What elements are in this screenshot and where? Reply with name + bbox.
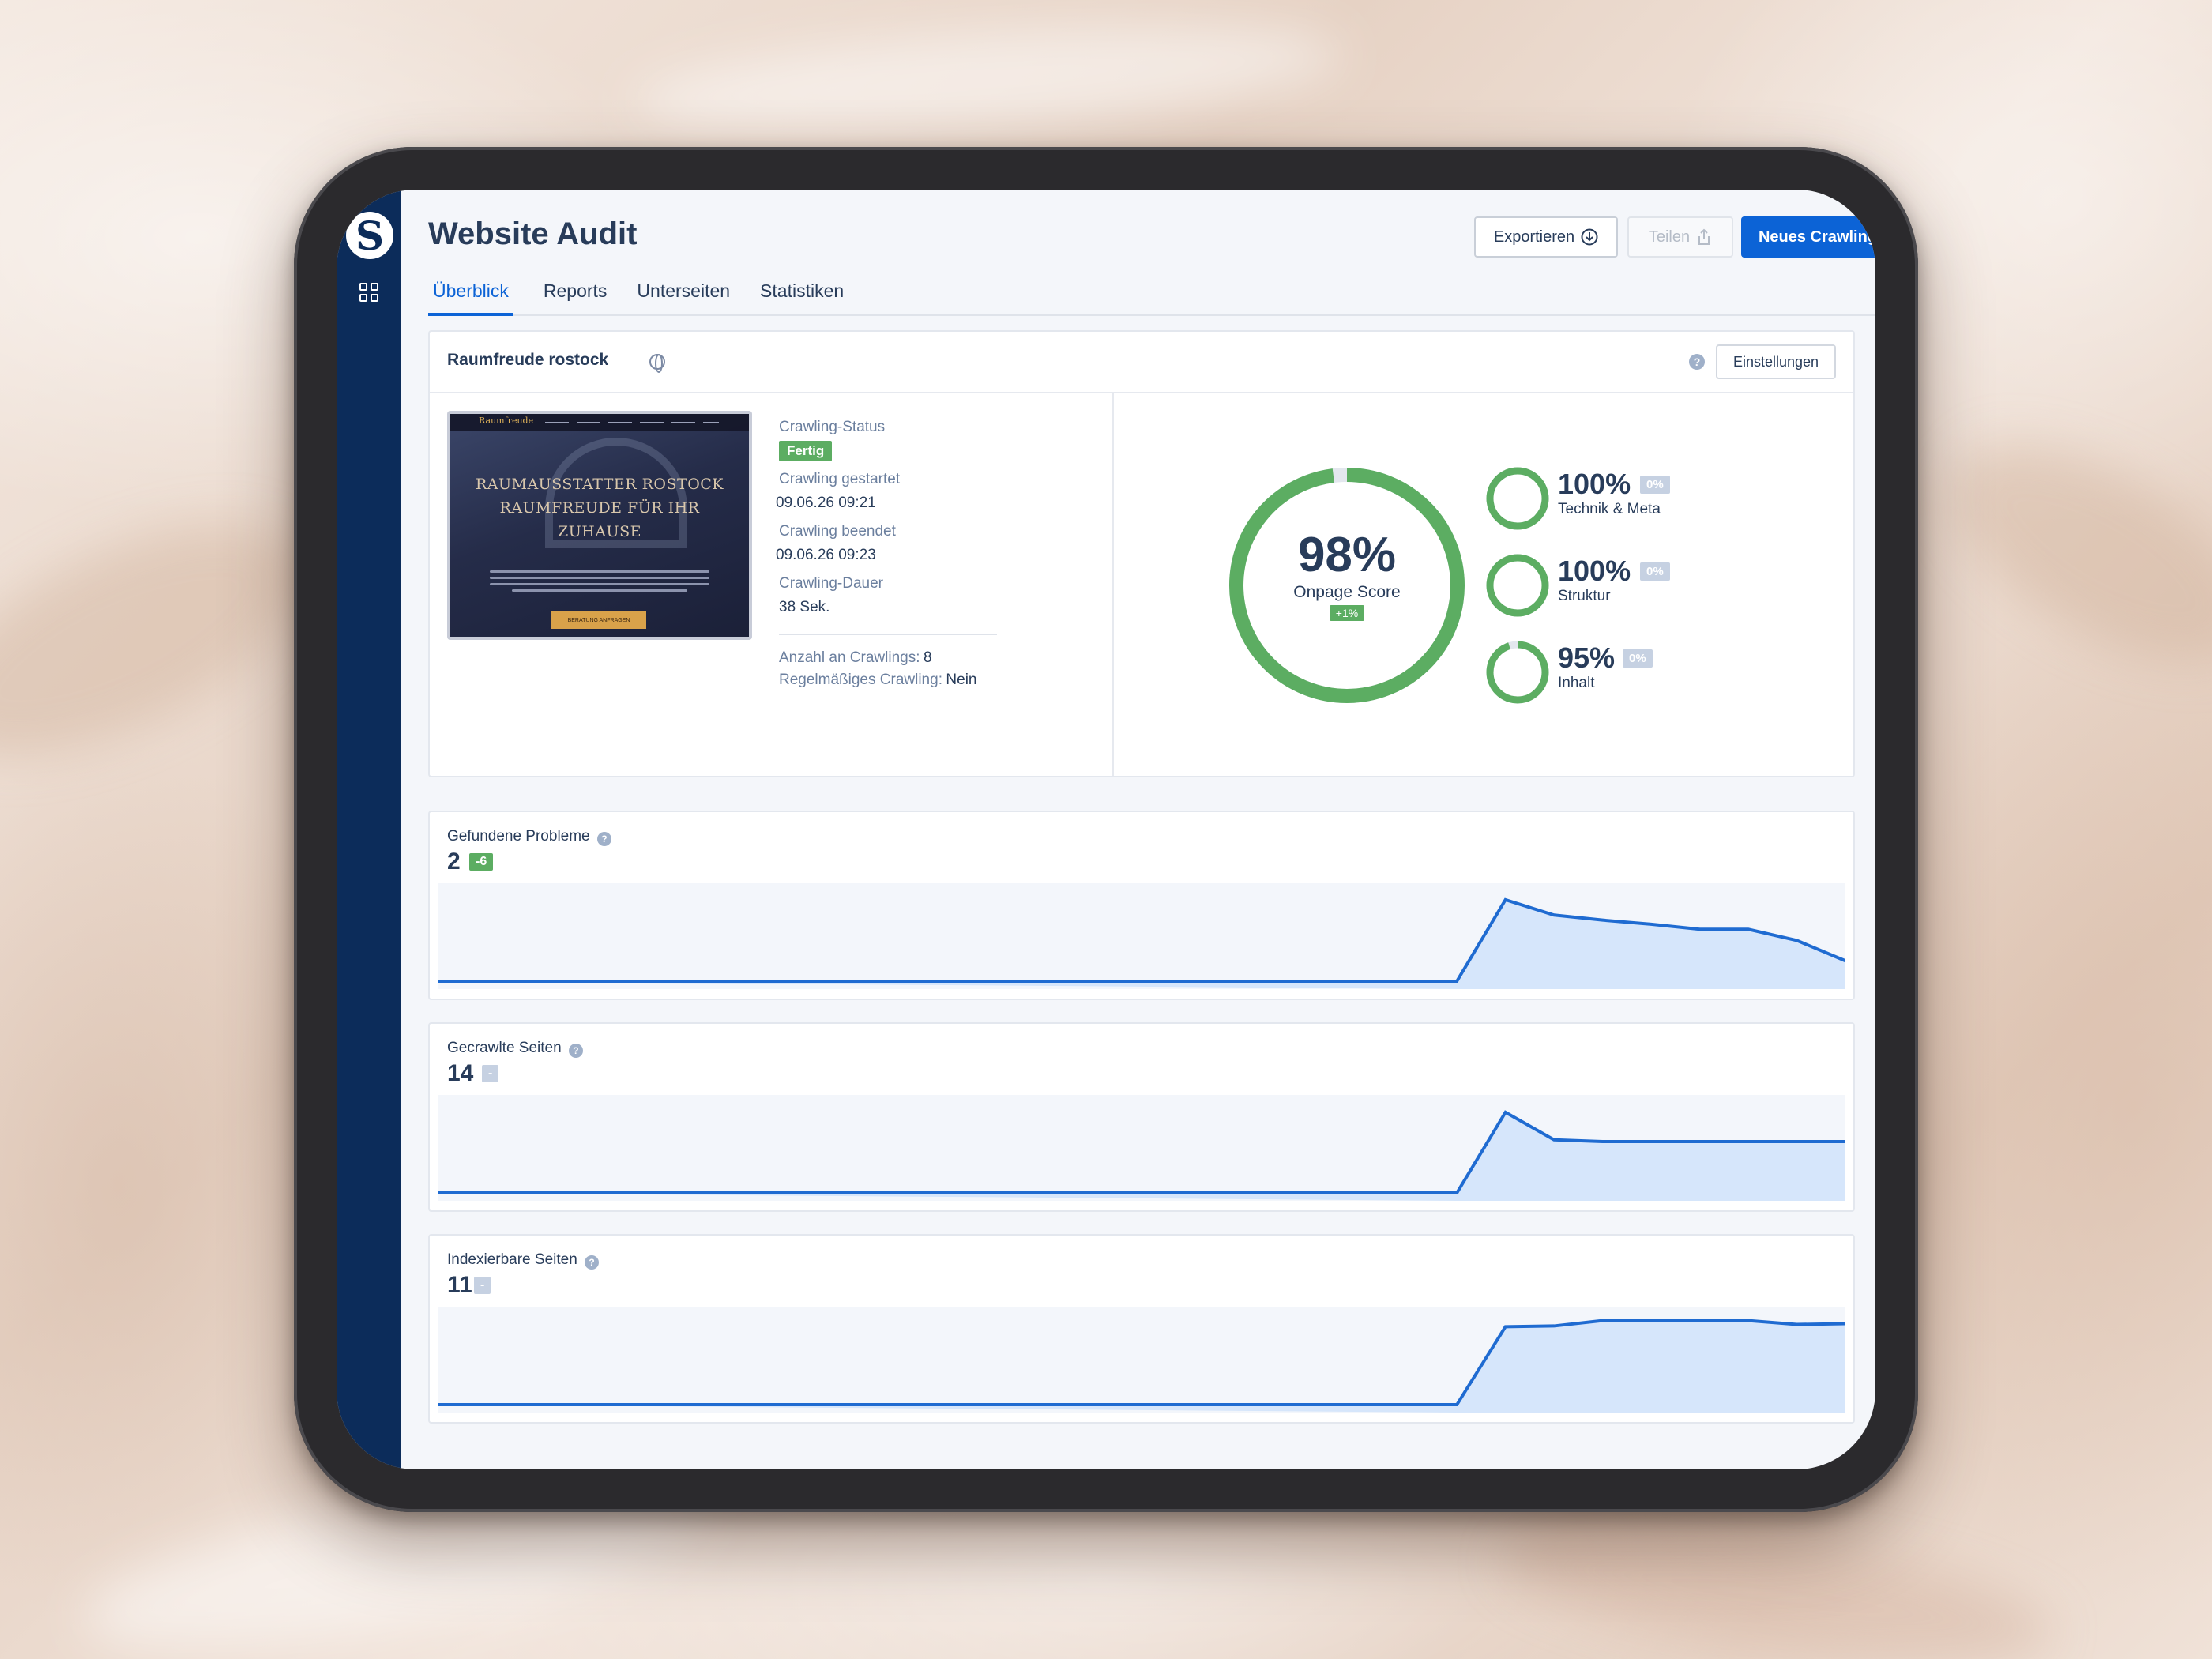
chart-value-crawled-pages: 14 xyxy=(447,1060,474,1086)
export-label: Exportieren xyxy=(1493,228,1575,246)
inhalt-delta: 0% xyxy=(1623,649,1653,668)
struktur-ring xyxy=(1486,554,1549,617)
tab-bar: Überblick Reports Unterseiten Statistike… xyxy=(428,273,1875,316)
app-screen: S Website Audit Exportieren Teilen Neues… xyxy=(337,190,1875,1469)
chart-value-indexable-pages: 11 xyxy=(447,1272,472,1298)
crawl-started-label: Crawling gestartet xyxy=(779,471,901,487)
thumbnail-hero-line1: RAUMAUSSTATTER ROSTOCK xyxy=(475,476,724,493)
chart-title-crawled-pages: Gecrawlte Seiten ? xyxy=(447,1040,583,1058)
crawl-status-label: Crawling-Status xyxy=(779,419,886,435)
struktur-label: Struktur xyxy=(1558,588,1611,604)
logo-letter: S xyxy=(355,212,385,259)
tab-subpages[interactable]: Unterseiten xyxy=(637,273,730,316)
chart-card-problems: Gefundene Probleme ? 2 -6 xyxy=(428,811,1855,1000)
tab-statistics[interactable]: Statistiken xyxy=(760,273,844,316)
chart-title-problems: Gefundene Probleme ? xyxy=(447,828,611,846)
inhalt-arc xyxy=(1486,641,1549,704)
thumbnail-hero-line2: RAUMFREUDE FÜR IHR xyxy=(499,499,700,517)
settings-button[interactable]: Einstellungen xyxy=(1716,344,1836,379)
download-icon xyxy=(1581,228,1598,246)
chart-card-indexable-pages: Indexierbare Seiten ? 11 - xyxy=(428,1234,1855,1424)
thumbnail-hero: RAUMAUSSTATTER ROSTOCK RAUMFREUDE FÜR IH… xyxy=(466,472,733,544)
onpage-score: 98% Onpage Score +1% xyxy=(1224,528,1469,621)
help-icon[interactable]: ? xyxy=(596,832,611,846)
crawl-count-value: 8 xyxy=(923,649,932,666)
technik-meta-label: Technik & Meta xyxy=(1558,501,1661,517)
crawl-ended-label: Crawling beendet xyxy=(779,523,896,540)
score-struktur: 100% 0% Struktur xyxy=(1485,553,1722,624)
area-chart-indexable-pages xyxy=(438,1307,1845,1413)
sidebar: S xyxy=(337,190,401,1469)
struktur-delta: 0% xyxy=(1640,562,1670,581)
regular-crawl-value: Nein xyxy=(946,672,977,688)
chart-value-problems: 2 xyxy=(447,848,461,875)
technik-meta-arc xyxy=(1486,467,1549,530)
dashboard-grid-icon[interactable] xyxy=(359,283,378,302)
thumbnail-cta: BERATUNG ANFRAGEN xyxy=(551,611,646,629)
website-thumbnail[interactable]: Raumfreude RAUMAUSSTATTER ROSTOCK RAUMFR… xyxy=(447,411,752,640)
app-logo[interactable]: S xyxy=(346,212,393,259)
chart-title-text: Indexierbare Seiten xyxy=(447,1251,577,1268)
chart-card-crawled-pages: Gecrawlte Seiten ? 14 - xyxy=(428,1022,1855,1212)
help-icon[interactable]: ? xyxy=(585,1255,600,1270)
thumbnail-text-lines xyxy=(490,570,709,596)
chart-delta-crawled-pages: - xyxy=(482,1065,499,1082)
help-icon[interactable]: ? xyxy=(568,1044,583,1058)
crawl-duration-label: Crawling-Dauer xyxy=(779,575,883,592)
overview-header: Raumfreude rostock ? Einstellungen xyxy=(430,332,1853,393)
globe-icon[interactable] xyxy=(649,354,665,373)
crawl-count-label: Anzahl an Crawlings: xyxy=(779,649,920,666)
overview-card: Raumfreude rostock ? Einstellungen Raumf… xyxy=(428,330,1855,777)
onpage-score-label: Onpage Score xyxy=(1293,583,1401,601)
crawl-status-badge: Fertig xyxy=(779,441,833,461)
crawl-ended-value: 09.06.26 09:23 xyxy=(776,547,876,563)
tab-reports[interactable]: Reports xyxy=(544,273,608,316)
thumbnail-nav: Raumfreude xyxy=(450,414,749,431)
onpage-score-delta: +1% xyxy=(1329,605,1365,621)
thumbnail-brand: Raumfreude xyxy=(479,416,534,426)
tablet-frame: S Website Audit Exportieren Teilen Neues… xyxy=(294,147,1918,1512)
onpage-score-value: 98% xyxy=(1297,528,1397,582)
crawl-duration-value: 38 Sek. xyxy=(779,599,830,615)
thumbnail-hero-line3: ZUHAUSE xyxy=(558,523,641,540)
chart-title-text: Gecrawlte Seiten xyxy=(447,1040,562,1056)
area-chart-problems xyxy=(438,883,1845,989)
meta-divider xyxy=(779,634,997,635)
project-name: Raumfreude rostock xyxy=(447,351,609,369)
main-content: Website Audit Exportieren Teilen Neues C… xyxy=(401,190,1875,1469)
regular-crawl-label: Regelmäßiges Crawling: xyxy=(779,672,942,688)
struktur-value: 100% xyxy=(1558,555,1631,587)
chart-title-indexable-pages: Indexierbare Seiten ? xyxy=(447,1251,600,1270)
inhalt-label: Inhalt xyxy=(1558,675,1595,691)
struktur-arc xyxy=(1486,554,1549,617)
inhalt-value: 95% xyxy=(1558,641,1616,674)
area-chart-crawled-pages xyxy=(438,1095,1845,1201)
technik-meta-value: 100% xyxy=(1558,468,1631,500)
crawl-started-value: 09.06.26 09:21 xyxy=(776,495,876,511)
chart-title-text: Gefundene Probleme xyxy=(447,828,590,845)
share-label: Teilen xyxy=(1648,228,1691,246)
score-technik-meta: 100% 0% Technik & Meta xyxy=(1485,466,1722,537)
new-crawl-label: Neues Crawling xyxy=(1758,228,1875,246)
score-inhalt: 95% 0% Inhalt xyxy=(1485,640,1722,711)
share-button[interactable]: Teilen xyxy=(1627,216,1733,258)
export-button[interactable]: Exportieren xyxy=(1474,216,1618,258)
page-title: Website Audit xyxy=(428,216,638,251)
technik-meta-ring xyxy=(1486,467,1549,530)
score-area: 98% Onpage Score +1% 100% 0% Technik & M… xyxy=(1114,395,1853,776)
help-icon[interactable]: ? xyxy=(1689,354,1705,370)
crawl-metadata: Crawling-Status Fertig Crawling gestarte… xyxy=(776,419,1016,689)
share-icon xyxy=(1698,228,1710,245)
new-crawl-button[interactable]: Neues Crawling xyxy=(1741,216,1875,258)
technik-meta-delta: 0% xyxy=(1640,476,1670,494)
tab-overview[interactable]: Überblick xyxy=(428,273,514,316)
chart-delta-problems: -6 xyxy=(469,853,494,871)
chart-delta-indexable-pages: - xyxy=(474,1277,491,1294)
inhalt-ring xyxy=(1486,641,1549,704)
